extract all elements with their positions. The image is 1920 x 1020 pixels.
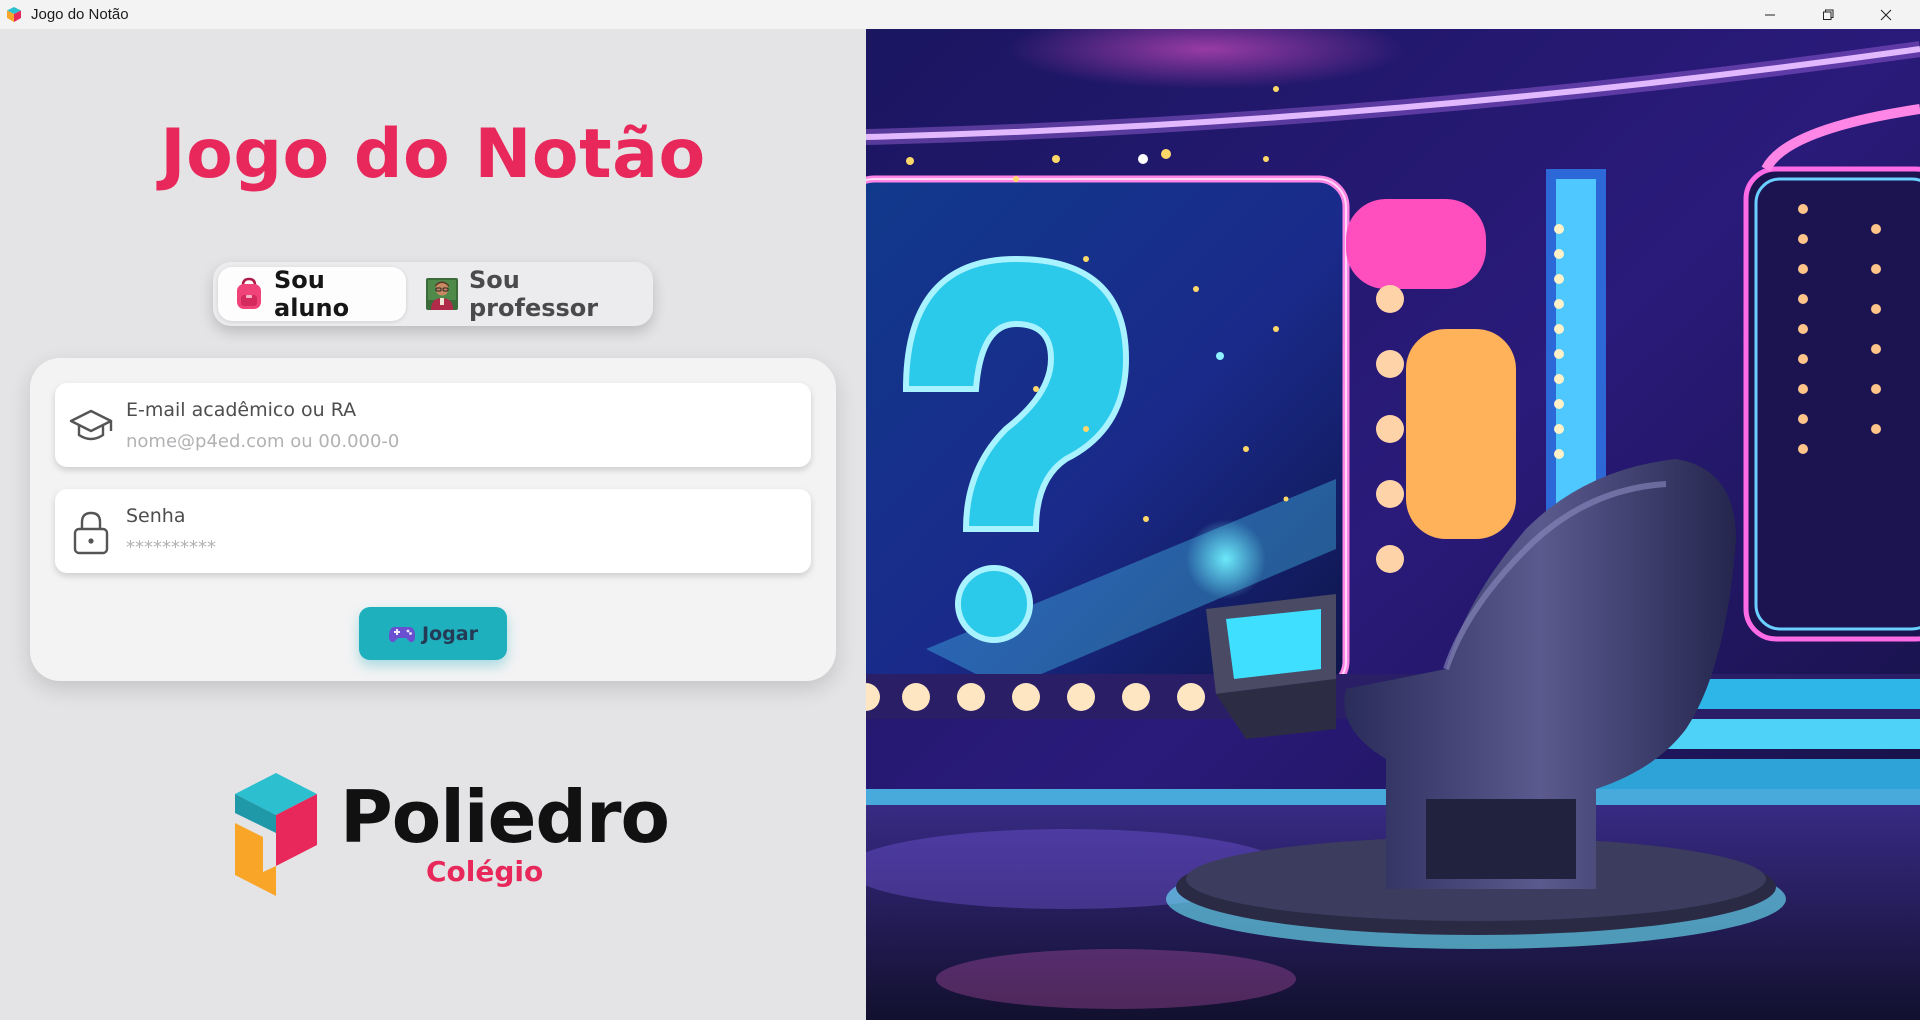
window-titlebar: Jogo do Notão	[0, 0, 1920, 29]
close-icon	[1880, 9, 1892, 20]
minimize-button[interactable]	[1741, 0, 1799, 29]
tab-teacher-label: Sou professor	[469, 266, 599, 322]
brand-name: Poliedro	[340, 775, 670, 859]
login-panel: Jogo do Notão Sou aluno Sou professor E-…	[0, 29, 866, 1020]
lock-icon	[73, 511, 109, 555]
graduation-cap-icon	[69, 409, 113, 441]
close-button[interactable]	[1857, 0, 1915, 29]
restore-icon	[1823, 9, 1834, 20]
app-logo-icon	[7, 6, 21, 22]
restore-button[interactable]	[1799, 0, 1857, 29]
page-title: Jogo do Notão	[160, 115, 706, 194]
play-button[interactable]: Jogar	[359, 607, 507, 660]
email-input[interactable]	[126, 427, 786, 455]
tab-student[interactable]: Sou aluno	[218, 266, 406, 322]
login-card: E-mail acadêmico ou RA Senha	[30, 358, 836, 681]
teacher-icon	[425, 277, 459, 311]
window-title: Jogo do Notão	[31, 6, 129, 23]
play-button-label: Jogar	[422, 622, 478, 645]
password-label: Senha	[126, 505, 186, 527]
minimize-icon	[1765, 14, 1775, 15]
backpack-icon	[234, 277, 264, 311]
password-field[interactable]: Senha	[55, 489, 811, 573]
brand-subtitle: Colégio	[426, 855, 544, 888]
role-toggle: Sou aluno Sou professor	[213, 262, 653, 326]
email-label: E-mail acadêmico ou RA	[126, 399, 357, 421]
game-controller-icon	[388, 624, 416, 644]
tab-teacher[interactable]: Sou professor	[425, 266, 649, 322]
game-show-illustration	[866, 29, 1920, 1020]
tab-student-label: Sou aluno	[274, 266, 350, 322]
password-input[interactable]	[126, 533, 786, 561]
email-field[interactable]: E-mail acadêmico ou RA	[55, 383, 811, 467]
poliedro-logo-icon	[235, 773, 317, 896]
